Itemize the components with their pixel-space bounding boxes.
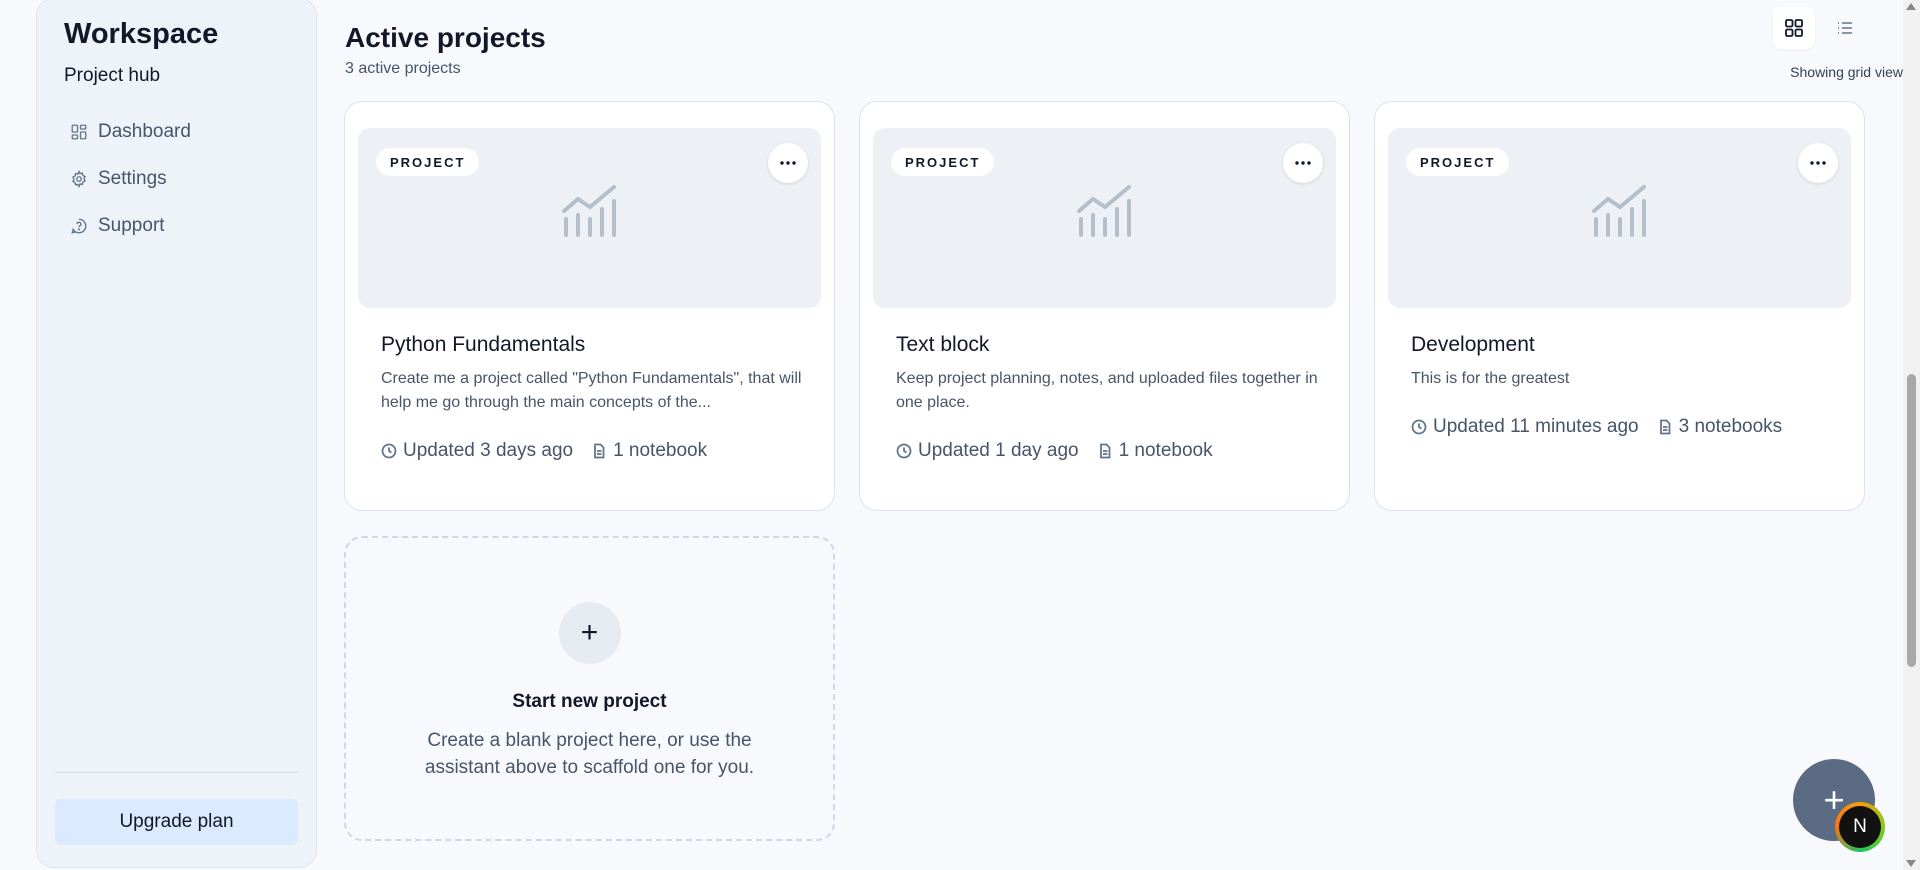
updated-label: Updated 3 days ago: [403, 440, 574, 461]
project-thumbnail: PROJECT: [358, 128, 821, 308]
scroll-down-arrow[interactable]: [1906, 860, 1916, 867]
sidebar-nav: Dashboard Settings Support: [70, 119, 191, 260]
project-meta: Updated 3 days ago 1 notebook: [381, 440, 725, 462]
notebook-icon: [594, 443, 605, 459]
workspace-subtitle: Project hub: [64, 65, 161, 86]
project-description: Keep project planning, notes, and upload…: [896, 370, 1318, 411]
project-badge: PROJECT: [376, 148, 480, 176]
page-title: Active projects: [345, 22, 546, 53]
project-description: This is for the greatest: [1411, 370, 1570, 387]
notebook-count: 1 notebook: [1118, 440, 1213, 461]
clock-icon: [1411, 419, 1427, 435]
project-title: Development: [1411, 333, 1535, 356]
sidebar-item-label: Dashboard: [98, 121, 191, 142]
notebook-count: 1 notebook: [613, 440, 708, 461]
more-icon: [780, 161, 796, 165]
sidebar-item-label: Settings: [98, 168, 167, 189]
more-icon: [1295, 161, 1311, 165]
grid-view-button[interactable]: [1773, 7, 1815, 49]
scroll-thumb[interactable]: [1907, 374, 1916, 667]
dashboard-icon: [71, 124, 87, 140]
notebook-icon: [1659, 419, 1671, 435]
chart-icon: [1591, 185, 1646, 237]
project-meta: Updated 1 day ago 1 notebook: [896, 440, 1231, 462]
project-meta: Updated 11 minutes ago 3 notebooks: [1411, 416, 1800, 438]
sidebar-divider: [55, 772, 298, 773]
view-mode-caption: Showing grid view: [1790, 64, 1903, 80]
updated-label: Updated 11 minutes ago: [1433, 416, 1639, 437]
avatar-initial: N: [1839, 806, 1881, 848]
notebook-count: 3 notebooks: [1678, 416, 1783, 437]
project-card[interactable]: PROJECT Development This is for the grea…: [1374, 101, 1865, 511]
clock-icon: [896, 443, 912, 459]
chart-icon: [561, 185, 616, 237]
clock-icon: [381, 443, 397, 459]
more-options-button[interactable]: [1283, 143, 1323, 183]
project-thumbnail: PROJECT: [873, 128, 1336, 308]
upgrade-plan-button[interactable]: Upgrade plan: [55, 799, 298, 845]
updated-label: Updated 1 day ago: [918, 440, 1079, 461]
workspace-title: Workspace: [64, 18, 219, 50]
plus-icon[interactable]: +: [558, 602, 621, 664]
vertical-scrollbar[interactable]: [1903, 0, 1920, 870]
list-icon: [1838, 22, 1852, 34]
new-project-card[interactable]: + Start new project Create a blank proje…: [344, 536, 835, 841]
chart-icon: [1076, 185, 1131, 237]
project-count: 3 active projects: [345, 60, 461, 77]
sidebar-item-settings[interactable]: Settings: [70, 166, 191, 192]
project-badge: PROJECT: [1406, 148, 1510, 176]
grid-icon: [1785, 19, 1803, 37]
project-card[interactable]: PROJECT Python Fundamentals Create me a …: [344, 101, 835, 511]
project-badge: PROJECT: [891, 148, 995, 176]
more-options-button[interactable]: [1798, 143, 1838, 183]
avatar[interactable]: N: [1835, 802, 1885, 852]
more-options-button[interactable]: [768, 143, 808, 183]
sidebar-item-dashboard[interactable]: Dashboard: [70, 119, 191, 145]
sidebar-item-support[interactable]: Support: [70, 213, 191, 239]
help-icon: [71, 218, 87, 234]
new-project-description: Create a blank project here, or use the …: [424, 730, 755, 778]
list-view-button[interactable]: [1824, 7, 1866, 49]
notebook-icon: [1099, 443, 1110, 459]
gear-icon: [72, 170, 86, 188]
project-title: Text block: [896, 333, 990, 356]
more-icon: [1810, 161, 1826, 165]
sidebar-item-label: Support: [98, 215, 165, 236]
project-thumbnail: PROJECT: [1388, 128, 1851, 308]
project-title: Python Fundamentals: [381, 333, 586, 356]
project-description: Create me a project called "Python Funda…: [381, 370, 802, 411]
sidebar: Workspace Project hub Dashboard Settings…: [36, 0, 317, 868]
scroll-up-arrow[interactable]: [1906, 3, 1916, 10]
new-project-title: Start new project: [512, 691, 667, 712]
project-card[interactable]: PROJECT Text block Keep project planning…: [859, 101, 1350, 511]
